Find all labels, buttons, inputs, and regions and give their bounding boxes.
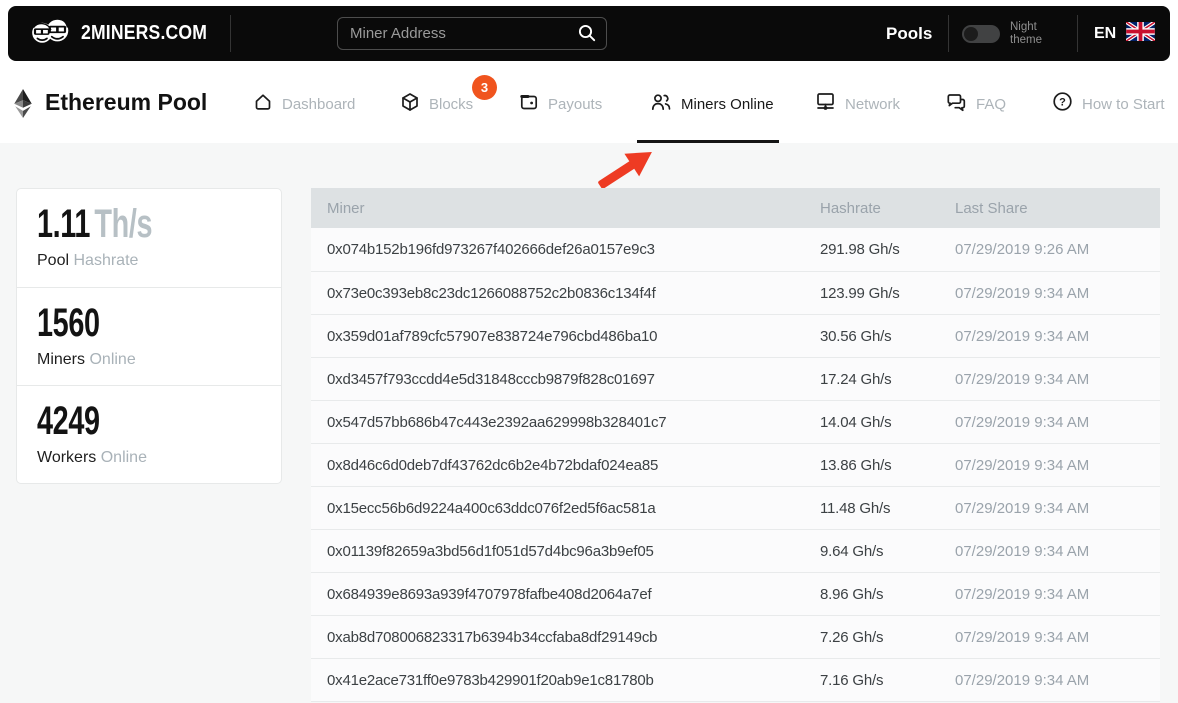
table-row[interactable]: 0x547d57bb686b47c443e2392aa629998b328401…: [311, 400, 1160, 443]
miner-last-share: 07/29/2019 9:34 AM: [955, 500, 1160, 517]
nav-item-payouts[interactable]: Payouts: [519, 65, 602, 143]
miner-address: 0xab8d708006823317b6394b34ccfaba8df29149…: [327, 629, 820, 646]
brand-name: 2MINERS.COM: [81, 22, 207, 45]
miner-hashrate: 123.99 Gh/s: [820, 285, 955, 302]
nav-item-faq[interactable]: FAQ: [946, 65, 1006, 143]
stat-value: 4249: [37, 399, 213, 443]
uk-flag-icon: [1126, 22, 1155, 46]
stat-label: Workers Online: [37, 449, 281, 467]
pool-stats-panel: 1.11Th/s Pool Hashrate 1560 Miners Onlin…: [16, 188, 282, 484]
miners-table: Miner Hashrate Last Share 0x074b152b196f…: [311, 188, 1160, 702]
nav-item-blocks[interactable]: Blocks: [400, 65, 473, 143]
miner-last-share: 07/29/2019 9:34 AM: [955, 371, 1160, 388]
language-code: EN: [1094, 25, 1116, 43]
network-icon: [815, 91, 836, 117]
miner-hashrate: 7.26 Gh/s: [820, 629, 955, 646]
miner-last-share: 07/29/2019 9:34 AM: [955, 328, 1160, 345]
miner-address: 0x01139f82659a3bd56d1f051d57d4bc96a3b9ef…: [327, 543, 820, 560]
miner-last-share: 07/29/2019 9:34 AM: [955, 414, 1160, 431]
stat-workers-online: 4249 Workers Online: [17, 385, 281, 483]
chat-icon: [946, 92, 967, 117]
question-circle-icon: ?: [1052, 91, 1073, 117]
svg-text:?: ?: [1059, 96, 1066, 108]
miner-hashrate: 14.04 Gh/s: [820, 414, 955, 431]
col-header-last-share: Last Share: [955, 200, 1160, 217]
miner-address: 0x547d57bb686b47c443e2392aa629998b328401…: [327, 414, 820, 431]
miner-last-share: 07/29/2019 9:34 AM: [955, 672, 1160, 689]
miner-hashrate: 9.64 Gh/s: [820, 543, 955, 560]
topbar-divider: [1077, 15, 1078, 52]
miner-address: 0x15ecc56b6d9224a400c63ddc076f2ed5f6ac58…: [327, 500, 820, 517]
miner-address: 0xd3457f793ccdd4e5d31848cccb9879f828c016…: [327, 371, 820, 388]
table-row[interactable]: 0x01139f82659a3bd56d1f051d57d4bc96a3b9ef…: [311, 529, 1160, 572]
pools-link[interactable]: Pools: [886, 6, 932, 61]
miner-address: 0x41e2ace731ff0e9783b429901f20ab9e1c8178…: [327, 672, 820, 689]
top-bar: 2MINERS.COM Pools Night theme EN: [8, 6, 1170, 61]
table-row[interactable]: 0x359d01af789cfc57907e838724e796cbd486ba…: [311, 314, 1160, 357]
stat-label: Miners Online: [37, 351, 281, 369]
people-icon: [650, 92, 672, 117]
table-row[interactable]: 0x15ecc56b6d9224a400c63ddc076f2ed5f6ac58…: [311, 486, 1160, 529]
home-icon: [253, 92, 273, 117]
miner-last-share: 07/29/2019 9:34 AM: [955, 543, 1160, 560]
table-row[interactable]: 0x684939e8693a939f4707978fafbe408d2064a7…: [311, 572, 1160, 615]
miner-hashrate: 291.98 Gh/s: [820, 241, 955, 258]
table-row[interactable]: 0x41e2ace731ff0e9783b429901f20ab9e1c8178…: [311, 658, 1160, 701]
table-row[interactable]: 0xab8d708006823317b6394b34ccfaba8df29149…: [311, 615, 1160, 658]
miner-hashrate: 30.56 Gh/s: [820, 328, 955, 345]
search-icon[interactable]: [577, 23, 597, 48]
miner-address: 0x074b152b196fd973267f402666def26a0157e9…: [327, 241, 820, 258]
table-header-row: Miner Hashrate Last Share: [311, 188, 1160, 228]
topbar-divider: [230, 15, 231, 52]
miner-address: 0x684939e8693a939f4707978fafbe408d2064a7…: [327, 586, 820, 603]
stat-value: 1560: [37, 301, 213, 345]
nav-item-how-to-start[interactable]: ? How to Start: [1052, 65, 1165, 143]
brand-logo-link[interactable]: 2MINERS.COM: [30, 6, 224, 61]
miner-hashrate: 8.96 Gh/s: [820, 586, 955, 603]
miner-address: 0x8d46c6d0deb7df43762dc6b2e4b72bdaf024ea…: [327, 457, 820, 474]
table-row[interactable]: 0xd3457f793ccdd4e5d31848cccb9879f828c016…: [311, 357, 1160, 400]
miner-last-share: 07/29/2019 9:34 AM: [955, 285, 1160, 302]
language-selector[interactable]: EN: [1094, 6, 1155, 61]
wallet-icon: [519, 92, 539, 117]
table-row[interactable]: 0x73e0c393eb8c23dc1266088752c2b0836c134f…: [311, 271, 1160, 314]
miner-hashrate: 11.48 Gh/s: [820, 500, 955, 517]
pool-title: Ethereum Pool: [45, 89, 207, 116]
miner-address-search-input[interactable]: [337, 17, 607, 50]
content-area: 1.11Th/s Pool Hashrate 1560 Miners Onlin…: [0, 143, 1178, 703]
miner-last-share: 07/29/2019 9:34 AM: [955, 586, 1160, 603]
nav-item-dashboard[interactable]: Dashboard: [253, 65, 355, 143]
stat-value: 1.11Th/s: [37, 202, 213, 246]
table-row[interactable]: 0x074b152b196fd973267f402666def26a0157e9…: [311, 228, 1160, 271]
night-theme-toggle[interactable]: [962, 25, 1000, 43]
miner-hashrate: 13.86 Gh/s: [820, 457, 955, 474]
miner-last-share: 07/29/2019 9:34 AM: [955, 629, 1160, 646]
nav-item-network[interactable]: Network: [815, 65, 900, 143]
miner-last-share: 07/29/2019 9:26 AM: [955, 241, 1160, 258]
miners-goggles-logo-icon: [30, 16, 70, 51]
night-theme-label: Night theme: [1010, 21, 1042, 47]
table-row[interactable]: 0x8d46c6d0deb7df43762dc6b2e4b72bdaf024ea…: [311, 443, 1160, 486]
miner-hashrate: 17.24 Gh/s: [820, 371, 955, 388]
nav-bar: Ethereum Pool Dashboard Blocks 3: [0, 65, 1178, 143]
col-header-hashrate: Hashrate: [820, 200, 955, 217]
page: 2MINERS.COM Pools Night theme EN: [0, 0, 1178, 703]
ethereum-icon: [13, 88, 33, 124]
stat-miners-online: 1560 Miners Online: [17, 287, 281, 385]
miner-address: 0x359d01af789cfc57907e838724e796cbd486ba…: [327, 328, 820, 345]
table-body: 0x074b152b196fd973267f402666def26a0157e9…: [311, 228, 1160, 702]
nav-item-miners-online[interactable]: Miners Online: [650, 65, 774, 143]
stat-pool-hashrate: 1.11Th/s Pool Hashrate: [17, 189, 281, 287]
stat-label: Pool Hashrate: [37, 252, 281, 270]
blocks-badge: 3: [472, 75, 497, 100]
col-header-miner: Miner: [327, 200, 820, 217]
miner-address: 0x73e0c393eb8c23dc1266088752c2b0836c134f…: [327, 285, 820, 302]
toggle-knob: [964, 27, 978, 41]
miner-last-share: 07/29/2019 9:34 AM: [955, 457, 1160, 474]
topbar-divider: [948, 15, 949, 52]
miner-hashrate: 7.16 Gh/s: [820, 672, 955, 689]
cube-icon: [400, 92, 420, 117]
